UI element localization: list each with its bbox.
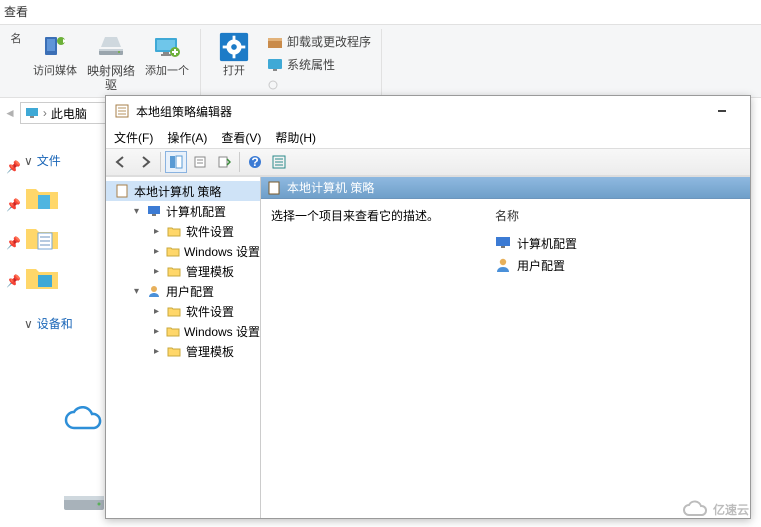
back-button[interactable]: ◄	[4, 106, 16, 120]
breadcrumb[interactable]: › 此电脑	[20, 102, 110, 124]
ribbon: 名 访问媒体 映射网络驱 添加一个	[0, 24, 761, 98]
description-hint: 选择一个项目来查看它的描述。	[271, 207, 471, 224]
expand-icon[interactable]: ▸	[154, 226, 164, 237]
onedrive-icon[interactable]	[62, 406, 106, 436]
menu-file[interactable]: 文件(F)	[114, 129, 153, 146]
uninstall-programs-button[interactable]: 卸载或更改程序	[263, 31, 375, 52]
box-icon	[267, 34, 283, 50]
ribbon-more-button[interactable]	[263, 77, 375, 93]
expand-icon[interactable]: ▸	[154, 346, 164, 357]
expand-icon[interactable]: ▸	[154, 266, 164, 277]
open-button[interactable]: 打开	[207, 29, 261, 80]
computer-icon	[495, 235, 511, 251]
export-button[interactable]	[213, 151, 235, 173]
watermark: 亿速云	[681, 499, 749, 519]
menu-help[interactable]: 帮助(H)	[275, 129, 316, 146]
menu-action[interactable]: 操作(A)	[167, 129, 207, 146]
cloud-logo-icon	[681, 499, 709, 519]
tree-windows-settings[interactable]: ▸ Windows 设置	[106, 241, 260, 261]
properties-button[interactable]	[189, 151, 211, 173]
tree-computer-config[interactable]: ▾ 计算机配置	[106, 201, 260, 221]
gear-small-icon	[267, 79, 279, 91]
tree-root[interactable]: 本地计算机 策略	[106, 181, 260, 201]
explorer-sidebar: 📌 📌 📌 📌 ∨文件 ∨设备和	[0, 130, 110, 346]
folder-icon	[165, 243, 180, 259]
sidebar-folder-item[interactable]	[24, 177, 104, 217]
pin-icon: 📌	[6, 198, 21, 212]
tree-admin-templates[interactable]: ▸ 管理模板	[106, 261, 260, 281]
tree-user-config[interactable]: ▾ 用户配置	[106, 281, 260, 301]
monitor-icon	[267, 57, 283, 73]
policy-doc-icon	[114, 183, 130, 199]
sidebar-folder-item[interactable]	[24, 257, 104, 297]
folder-icon	[166, 263, 182, 279]
titlebar: 本地组策略编辑器	[106, 96, 750, 126]
menu-view[interactable]: 查看(V)	[221, 129, 261, 146]
breadcrumb-label: 此电脑	[51, 105, 87, 122]
expand-icon[interactable]: ▸	[154, 326, 163, 337]
toolbar: ?	[106, 148, 750, 176]
app-icon	[114, 103, 130, 119]
description-pane: 选择一个项目来查看它的描述。	[271, 207, 471, 510]
expand-icon[interactable]: ▸	[154, 246, 163, 257]
list-item-computer-config[interactable]: 计算机配置	[495, 232, 740, 254]
items-list: 名称 计算机配置 用户配置	[495, 207, 740, 510]
local-disk-icon[interactable]	[62, 490, 106, 512]
list-item-user-config[interactable]: 用户配置	[495, 254, 740, 276]
user-icon	[495, 257, 511, 273]
folder-icon	[165, 323, 180, 339]
menubar: 文件(F) 操作(A) 查看(V) 帮助(H)	[106, 126, 750, 148]
system-properties-button[interactable]: 系统属性	[263, 54, 375, 75]
computer-icon	[146, 203, 162, 219]
policy-tree: 本地计算机 策略 ▾ 计算机配置 ▸ 软件设置 ▸ Windows 设置 ▸ 管…	[106, 177, 261, 518]
ribbon-naming-fragment: 名	[6, 29, 26, 48]
detail-header: 本地计算机 策略	[261, 177, 750, 199]
column-header-name[interactable]: 名称	[495, 207, 740, 224]
tree-admin-templates[interactable]: ▸ 管理模板	[106, 341, 260, 361]
tree-windows-settings[interactable]: ▸ Windows 设置	[106, 321, 260, 341]
pin-icon: 📌	[6, 160, 21, 174]
folders-section-header[interactable]: ∨文件	[24, 152, 104, 169]
collapse-icon[interactable]: ▾	[134, 286, 144, 297]
drive-network-icon	[95, 31, 127, 63]
sidebar-folder-item[interactable]	[24, 217, 104, 257]
gpedit-window: 本地组策略编辑器 文件(F) 操作(A) 查看(V) 帮助(H) ? 本地计算机…	[105, 95, 751, 519]
filter-button[interactable]	[268, 151, 290, 173]
user-icon	[146, 283, 162, 299]
policy-doc-icon	[267, 181, 281, 195]
show-tree-button[interactable]	[165, 151, 187, 173]
svg-text:?: ?	[251, 155, 258, 169]
collapse-icon[interactable]: ▾	[134, 206, 144, 217]
forward-button[interactable]	[134, 151, 156, 173]
pin-icon: 📌	[6, 274, 21, 288]
devices-section-header[interactable]: ∨设备和	[24, 315, 104, 332]
add-one-button[interactable]: 添加一个	[140, 29, 194, 80]
pin-icon: 📌	[6, 236, 21, 250]
access-media-button[interactable]: 访问媒体	[28, 29, 82, 80]
monitor-plus-icon	[151, 31, 183, 63]
expand-icon[interactable]: ▸	[154, 306, 164, 317]
folder-icon	[166, 343, 182, 359]
pc-icon	[25, 106, 39, 120]
window-title: 本地组策略编辑器	[136, 103, 702, 120]
media-icon	[39, 31, 71, 63]
folder-icon	[166, 303, 182, 319]
map-network-drive-button[interactable]: 映射网络驱	[84, 29, 138, 95]
folder-icon	[166, 223, 182, 239]
gear-open-icon	[218, 31, 250, 63]
detail-pane: 本地计算机 策略 选择一个项目来查看它的描述。 名称 计算机配置 用户配置	[261, 177, 750, 518]
help-button[interactable]: ?	[244, 151, 266, 173]
tree-software-settings[interactable]: ▸ 软件设置	[106, 221, 260, 241]
tree-software-settings[interactable]: ▸ 软件设置	[106, 301, 260, 321]
ribbon-tab-view[interactable]: 查看	[0, 0, 761, 24]
minimize-button[interactable]	[702, 97, 742, 125]
back-button[interactable]	[110, 151, 132, 173]
